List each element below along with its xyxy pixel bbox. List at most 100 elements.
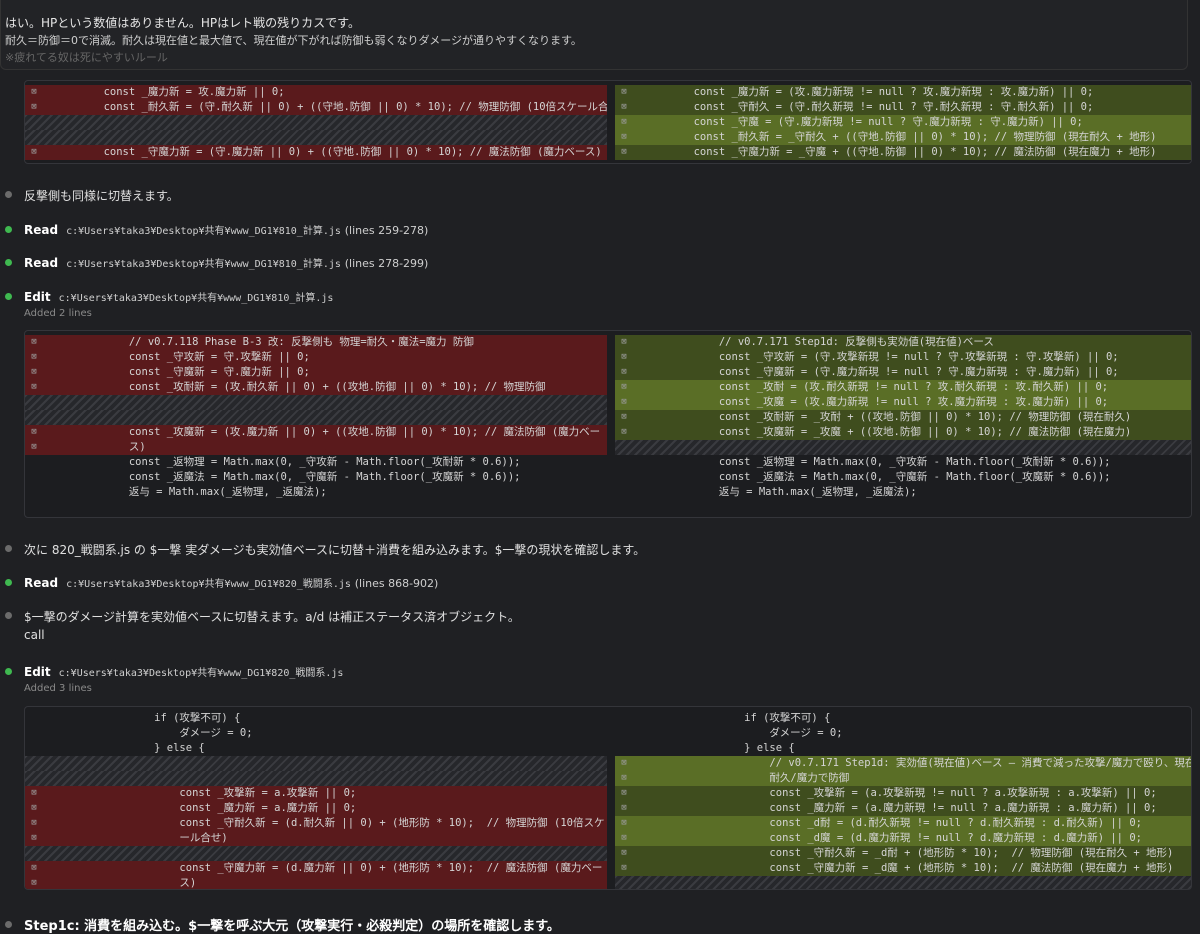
read-tool-call[interactable]: Read c:¥Users¥taka3¥Desktop¥共有¥www_DG1¥81… — [24, 255, 428, 270]
quote-line-3: ※疲れてる奴は死にやすいルール — [5, 51, 168, 64]
tool-label: Edit — [24, 665, 51, 679]
code-text: const _魔力新 = 攻.魔力新 || 0; — [53, 86, 285, 98]
code-text: 耐久/魔力で防御 — [643, 772, 850, 784]
line-marker-icon: ⊠ — [31, 367, 37, 377]
diff-right-pane: if (攻撃不可) { ダメージ = 0; } else { ⊠ // v0.7.… — [615, 707, 1191, 889]
user-message-quote: はい。HPという数値はありません。HPはレト戦の残りカスです。 耐久＝防御＝0で… — [0, 0, 1188, 70]
diff-line — [25, 410, 607, 425]
tool-status-icon — [5, 259, 12, 266]
line-marker-icon: ⊠ — [621, 382, 627, 392]
code-text: const _守耐久新 = (d.耐久新 || 0) + (地形防 * 10);… — [53, 817, 605, 829]
diff-viewer-2[interactable]: ⊠ // v0.7.118 Phase B-3 改: 反撃側も 物理=耐久・魔法… — [24, 330, 1192, 518]
line-marker-icon: ⊠ — [31, 803, 37, 813]
diff-line: 返与 = Math.max(_返物理, _返魔法); — [615, 485, 1191, 500]
edit-summary: Added 2 lines — [24, 308, 92, 319]
message-bullet — [5, 612, 12, 619]
code-text: const _攻魔新 = (攻.魔力新 || 0) + ((攻地.防御 || 0… — [53, 426, 601, 438]
diff-line: ⊠ const _攻魔新 = (攻.魔力新 || 0) + ((攻地.防御 ||… — [25, 425, 607, 440]
line-marker-icon: ⊠ — [31, 878, 37, 888]
line-marker-icon: ⊠ — [31, 863, 37, 873]
read-tool-call[interactable]: Read c:¥Users¥taka3¥Desktop¥共有¥www_DG1¥82… — [24, 575, 438, 590]
code-text: const _返魔法 = Math.max(0, _守魔新 - Math.flo… — [53, 471, 521, 483]
tool-label: Read — [24, 256, 59, 270]
diff-line: ⊠ const _守耐久新 = (d.耐久新 || 0) + (地形防 * 10… — [25, 816, 607, 831]
code-text: const _攻魔 = (攻.魔力新現 != null ? 攻.魔力新現 : 攻… — [643, 396, 1109, 408]
code-text: if (攻撃不可) { — [53, 712, 241, 724]
code-text: ス) — [53, 877, 197, 889]
file-path[interactable]: c:¥Users¥taka3¥Desktop¥共有¥www_DG1¥820_戦闘… — [66, 579, 351, 590]
diff-line: ⊠ const _守魔力新 = (d.魔力新 || 0) + (地形防 * 10… — [25, 861, 607, 876]
line-marker-icon: ⊠ — [621, 427, 627, 437]
line-marker-icon: ⊠ — [621, 102, 627, 112]
diff-line — [25, 846, 607, 861]
diff-line: ⊠ const _守魔新 = (守.魔力新現 != null ? 守.魔力新現 … — [615, 365, 1191, 380]
read-tool-call[interactable]: Read c:¥Users¥taka3¥Desktop¥共有¥www_DG1¥81… — [24, 222, 428, 237]
diff-left-pane: ⊠ // v0.7.118 Phase B-3 改: 反撃側も 物理=耐久・魔法… — [25, 331, 607, 517]
file-path[interactable]: c:¥Users¥taka3¥Desktop¥共有¥www_DG1¥810_計算… — [66, 226, 341, 237]
message-bullet — [5, 921, 12, 928]
diff-line — [25, 756, 607, 771]
diff-line — [25, 395, 607, 410]
diff-line: ⊠ const _守耐久新 = _d耐 + (地形防 * 10); // 物理防… — [615, 846, 1191, 861]
diff-line: ⊠ // v0.7.171 Step1d: 実効値(現在値)ベース — 消費で減… — [615, 756, 1191, 771]
file-path[interactable]: c:¥Users¥taka3¥Desktop¥共有¥www_DG1¥810_計算… — [59, 293, 334, 304]
diff-left-pane: ⊠ const _魔力新 = 攻.魔力新 || 0; ⊠ const _耐久新 =… — [25, 81, 607, 163]
diff-line: ⊠ const _攻魔 = (攻.魔力新現 != null ? 攻.魔力新現 :… — [615, 395, 1191, 410]
diff-line: const _返魔法 = Math.max(0, _守魔新 - Math.flo… — [615, 470, 1191, 485]
code-text: const _守魔新 = 守.魔力新 || 0; — [53, 366, 310, 378]
line-range: (lines 259-278) — [344, 224, 429, 237]
diff-line: ⊠ const _耐久新 = _守耐久 + ((守地.防御 || 0) * 10… — [615, 130, 1191, 145]
code-text: const _返物理 = Math.max(0, _守攻新 - Math.flo… — [643, 456, 1111, 468]
line-marker-icon: ⊠ — [31, 833, 37, 843]
line-marker-icon: ⊠ — [621, 117, 627, 127]
diff-right-pane: ⊠ // v0.7.171 Step1d: 反撃側も実効値(現在値)ベース ⊠ c… — [615, 331, 1191, 517]
line-marker-icon: ⊠ — [31, 337, 37, 347]
tool-status-icon — [5, 226, 12, 233]
diff-viewer-3[interactable]: if (攻撃不可) { ダメージ = 0; } else { ⊠ const _攻… — [24, 706, 1192, 890]
edit-tool-call[interactable]: Edit c:¥Users¥taka3¥Desktop¥共有¥www_DG1¥81… — [24, 289, 333, 304]
line-marker-icon: ⊠ — [621, 132, 627, 142]
tool-status-icon — [5, 579, 12, 586]
tool-status-icon — [5, 293, 12, 300]
code-text: const _攻撃新 = a.攻撃新 || 0; — [53, 787, 357, 799]
line-marker-icon: ⊠ — [31, 818, 37, 828]
tool-label: Read — [24, 223, 59, 237]
code-text: ダメージ = 0; — [53, 727, 253, 739]
tool-label: Edit — [24, 290, 51, 304]
diff-line — [615, 876, 1191, 889]
code-text: const _耐久新 = _守耐久 + ((守地.防御 || 0) * 10);… — [643, 131, 1157, 143]
diff-line: ⊠ const _d魔 = (d.魔力新現 != null ? d.魔力新現 :… — [615, 831, 1191, 846]
code-text: const _攻耐新 = _攻耐 + ((攻地.防御 || 0) * 10); … — [643, 411, 1132, 423]
line-marker-icon: ⊠ — [31, 427, 37, 437]
quote-line-1: はい。HPという数値はありません。HPはレト戦の残りカスです。 — [5, 16, 360, 30]
line-marker-icon: ⊠ — [621, 87, 627, 97]
line-marker-icon: ⊠ — [31, 788, 37, 798]
diff-line: ⊠ const _d耐 = (d.耐久新現 != null ? d.耐久新現 :… — [615, 816, 1191, 831]
diff-line: ⊠ const _魔力新 = 攻.魔力新 || 0; — [25, 85, 607, 100]
code-text: const _守魔力新 = (d.魔力新 || 0) + (地形防 * 10);… — [53, 862, 603, 874]
line-marker-icon: ⊠ — [31, 87, 37, 97]
code-text: 返与 = Math.max(_返物理, _返魔法); — [53, 486, 327, 498]
diff-viewer-1[interactable]: ⊠ const _魔力新 = 攻.魔力新 || 0; ⊠ const _耐久新 =… — [24, 80, 1192, 164]
code-text: const _魔力新 = (a.魔力新現 != null ? a.魔力新現 : … — [643, 802, 1157, 814]
line-marker-icon: ⊠ — [621, 412, 627, 422]
diff-line: if (攻撃不可) { — [615, 711, 1191, 726]
diff-line: ⊠ const _攻耐新 = (攻.耐久新 || 0) + ((攻地.防御 ||… — [25, 380, 607, 395]
edit-tool-call[interactable]: Edit c:¥Users¥taka3¥Desktop¥共有¥www_DG1¥82… — [24, 664, 343, 679]
diff-line — [615, 440, 1191, 455]
code-text: ダメージ = 0; — [643, 727, 843, 739]
line-range: (lines 868-902) — [354, 577, 439, 590]
code-text: const _返物理 = Math.max(0, _守攻新 - Math.flo… — [53, 456, 521, 468]
code-text: } else { — [643, 742, 795, 754]
diff-line: ダメージ = 0; — [615, 726, 1191, 741]
line-marker-icon: ⊠ — [31, 442, 37, 452]
file-path[interactable]: c:¥Users¥taka3¥Desktop¥共有¥www_DG1¥810_計算… — [66, 259, 341, 270]
diff-right-pane: ⊠ const _魔力新 = (攻.魔力新現 != null ? 攻.魔力新現 … — [615, 81, 1191, 163]
code-text: ス) — [53, 441, 146, 453]
diff-line: ⊠ const _守魔力新 = _守魔 + ((守地.防御 || 0) * 10… — [615, 145, 1191, 160]
code-text: const _守耐久 = (守.耐久新現 != null ? 守.耐久新現 : … — [643, 101, 1094, 113]
diff-line: if (攻撃不可) { — [25, 711, 607, 726]
diff-line: ⊠ const _守耐久 = (守.耐久新現 != null ? 守.耐久新現 … — [615, 100, 1191, 115]
code-text: const _魔力新 = (攻.魔力新現 != null ? 攻.魔力新現 : … — [643, 86, 1094, 98]
file-path[interactable]: c:¥Users¥taka3¥Desktop¥共有¥www_DG1¥820_戦闘… — [59, 668, 344, 679]
